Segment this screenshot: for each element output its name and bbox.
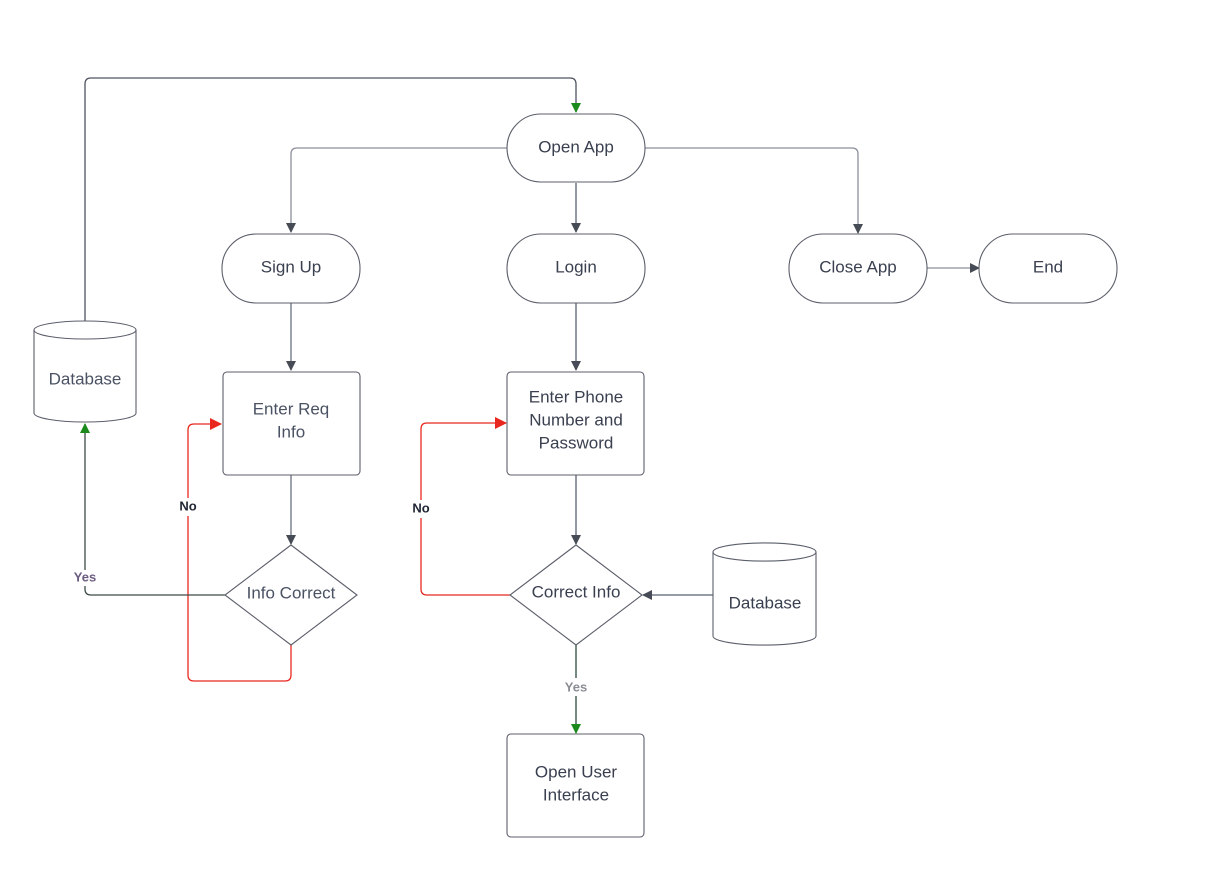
node-enter-req-info[interactable]: Enter Req Info: [222, 371, 361, 476]
node-label-line-1: Enter Req: [253, 399, 330, 418]
node-label: Open App: [538, 137, 614, 156]
node-login[interactable]: Login: [506, 233, 646, 304]
node-label: Database: [729, 593, 802, 612]
node-open-app[interactable]: Open App: [506, 113, 646, 183]
node-label-line-2: Number and: [529, 410, 623, 429]
edge-open-app-to-sign-up: [286, 147, 507, 233]
node-label: Correct Info: [532, 582, 621, 601]
node-open-user-interface[interactable]: Open User Interface: [506, 733, 645, 838]
node-label: Login: [555, 257, 597, 276]
node-label: Sign Up: [261, 257, 321, 276]
flowchart-canvas: No Yes No Yes Open App Sign Up Login Clo…: [33, 77, 1118, 838]
node-label-line-1: Open User: [535, 762, 618, 781]
node-label: Close App: [819, 257, 897, 276]
edge-info-correct-yes: [80, 423, 226, 596]
node-label-line-2: Info: [277, 422, 305, 441]
node-label-line-2: Interface: [543, 785, 609, 804]
node-sign-up[interactable]: Sign Up: [221, 233, 361, 304]
edge-label-correct-info-no: No: [412, 500, 429, 515]
node-info-correct[interactable]: Info Correct: [224, 544, 358, 646]
edge-label-info-correct-yes: Yes: [74, 569, 96, 584]
edge-label-info-correct-no: No: [179, 498, 196, 513]
edge-label-correct-info-yes: Yes: [565, 679, 587, 694]
node-correct-info[interactable]: Correct Info: [509, 544, 643, 646]
node-label: Database: [49, 369, 122, 388]
edge-open-app-to-close-app: [645, 147, 863, 234]
node-database-left[interactable]: Database: [33, 320, 137, 423]
node-label-line-1: Enter Phone: [529, 387, 624, 406]
node-end[interactable]: End: [978, 233, 1118, 304]
node-close-app[interactable]: Close App: [788, 233, 928, 304]
node-enter-phone-number-and-password[interactable]: Enter Phone Number and Password: [506, 371, 645, 476]
node-label: Info Correct: [247, 583, 336, 602]
node-label: End: [1033, 257, 1063, 276]
node-label-line-3: Password: [539, 433, 614, 452]
node-database-right[interactable]: Database: [712, 542, 817, 646]
